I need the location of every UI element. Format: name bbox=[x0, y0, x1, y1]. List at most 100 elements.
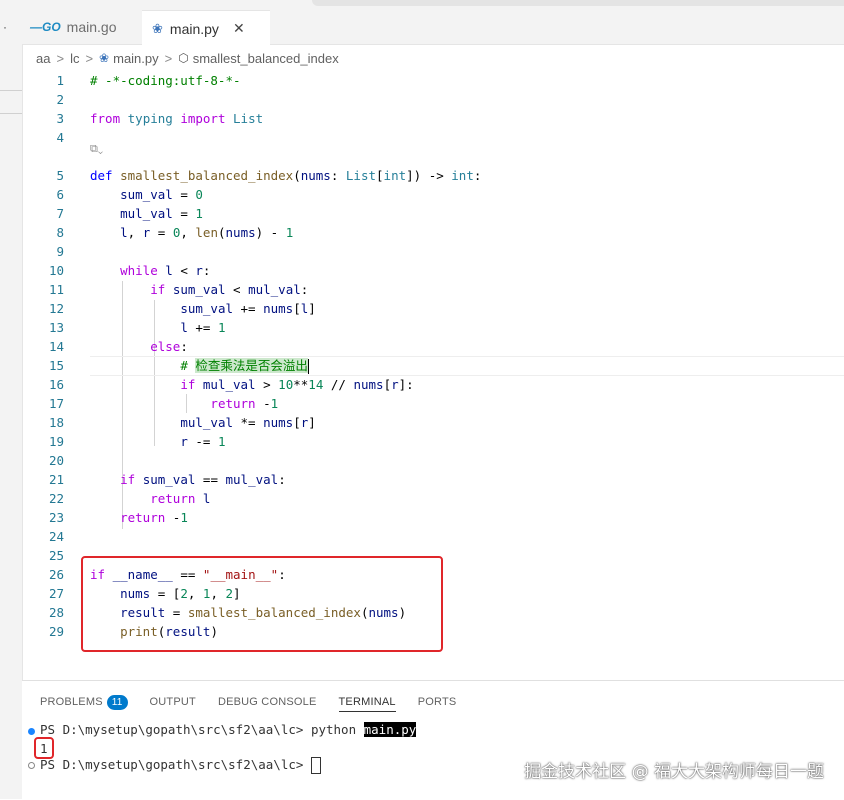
tab-terminal[interactable]: TERMINAL bbox=[338, 693, 396, 712]
tab-debug-console[interactable]: DEBUG CONSOLE bbox=[218, 693, 317, 711]
tab-ports[interactable]: PORTS bbox=[418, 693, 457, 711]
code-line[interactable]: 24 bbox=[22, 527, 844, 546]
tab-output[interactable]: OUTPUT bbox=[150, 693, 196, 711]
code-line[interactable]: 21 if sum_val == mul_val: bbox=[22, 470, 844, 489]
code-text: print(result) bbox=[120, 624, 218, 639]
line-number[interactable]: 26 bbox=[22, 565, 64, 584]
line-number[interactable]: 6 bbox=[22, 185, 64, 204]
code-text: sum_val = 0 bbox=[120, 187, 203, 202]
line-number[interactable]: 27 bbox=[22, 584, 64, 603]
bottom-panel: PROBLEMS 11 OUTPUT DEBUG CONSOLE TERMINAL… bbox=[22, 680, 844, 800]
code-line[interactable]: 1 # -*-coding:utf-8-*- bbox=[22, 71, 844, 90]
divider bbox=[0, 113, 22, 114]
line-number[interactable]: 21 bbox=[22, 470, 64, 489]
code-line[interactable]: 4 bbox=[22, 128, 844, 147]
breadcrumb-item[interactable]: smallest_balanced_index bbox=[193, 51, 339, 66]
breadcrumb-item[interactable]: aa bbox=[36, 51, 50, 66]
terminal-line[interactable]: PS D:\mysetup\gopath\src\sf2\aa\lc> bbox=[40, 757, 321, 774]
chevron-right-icon: > bbox=[164, 50, 173, 66]
code-line[interactable]: 28 result = smallest_balanced_index(nums… bbox=[22, 603, 844, 622]
line-number[interactable]: 25 bbox=[22, 546, 64, 565]
tab-label: OUTPUT bbox=[149, 696, 196, 708]
code-text: if mul_val > 10**14 // nums[r]: bbox=[180, 377, 414, 392]
code-line[interactable]: 26 if __name__ == "__main__": bbox=[22, 565, 844, 584]
code-line[interactable]: 2 bbox=[22, 90, 844, 109]
code-line[interactable]: 13 l += 1 bbox=[22, 318, 844, 337]
code-line[interactable]: 25 bbox=[22, 546, 844, 565]
code-text: sum_val += nums[l] bbox=[180, 301, 316, 316]
python-file-icon: ❀ bbox=[99, 51, 110, 65]
code-line[interactable]: 18 mul_val *= nums[r] bbox=[22, 413, 844, 432]
code-line[interactable]: 7 mul_val = 1 bbox=[22, 204, 844, 223]
line-number[interactable]: 2 bbox=[22, 90, 64, 109]
line-number[interactable]: 18 bbox=[22, 413, 64, 432]
tab-label: main.go bbox=[66, 19, 117, 35]
line-number[interactable]: 23 bbox=[22, 508, 64, 527]
tab-main-py[interactable]: ❀ main.py ✕ bbox=[142, 10, 270, 46]
code-line[interactable]: 8 l, r = 0, len(nums) - 1 bbox=[22, 223, 844, 242]
tab-label: PORTS bbox=[417, 696, 457, 708]
line-number[interactable]: 17 bbox=[22, 394, 64, 413]
method-cube-icon: ⬡ bbox=[178, 51, 189, 65]
code-line[interactable]: 15 # 检查乘法是否会溢出 bbox=[22, 356, 844, 376]
command-success-icon[interactable] bbox=[28, 728, 35, 735]
code-line[interactable]: 10 while l < r: bbox=[22, 261, 844, 280]
line-number[interactable]: 7 bbox=[22, 204, 64, 223]
line-number[interactable]: 5 bbox=[22, 166, 64, 185]
code-line[interactable]: 3 from typing import List bbox=[22, 109, 844, 128]
more-icon[interactable]: · bbox=[3, 20, 7, 34]
code-text: nums = [2, 1, 2] bbox=[120, 586, 241, 601]
code-line[interactable]: 6 sum_val = 0 bbox=[22, 185, 844, 204]
line-number[interactable]: 4 bbox=[22, 128, 64, 147]
code-line[interactable]: 5 def smallest_balanced_index(nums: List[… bbox=[22, 166, 844, 185]
terminal-prompt: PS D:\mysetup\gopath\src\sf2\aa\lc> bbox=[40, 757, 311, 772]
code-line[interactable]: 22 return l bbox=[22, 489, 844, 508]
close-icon[interactable]: ✕ bbox=[233, 20, 245, 37]
line-number[interactable]: 8 bbox=[22, 223, 64, 242]
line-number[interactable]: 11 bbox=[22, 280, 64, 299]
command-idle-icon[interactable] bbox=[28, 762, 35, 769]
code-line[interactable]: 27 nums = [2, 1, 2] bbox=[22, 584, 844, 603]
code-text: return -1 bbox=[210, 396, 279, 411]
line-number[interactable]: 22 bbox=[22, 489, 64, 508]
code-line[interactable]: 19 r -= 1 bbox=[22, 432, 844, 451]
line-number[interactable]: 29 bbox=[22, 622, 64, 641]
editor-tab-bar: —GO main.go ❀ main.py ✕ bbox=[22, 0, 844, 46]
line-number[interactable]: 14 bbox=[22, 337, 64, 356]
python-file-icon: ❀ bbox=[152, 20, 163, 36]
title-search-bar[interactable] bbox=[312, 0, 844, 6]
tab-problems[interactable]: PROBLEMS 11 bbox=[40, 693, 128, 711]
code-editor[interactable]: ⧉⌄ 1 # -*-coding:utf-8-*- 2 3 from typing im… bbox=[22, 70, 844, 680]
line-number[interactable]: 3 bbox=[22, 109, 64, 128]
line-number[interactable]: 16 bbox=[22, 375, 64, 394]
watermark: 掘金技术社区 @ 福大大架构师每日一题 bbox=[524, 762, 824, 782]
code-line[interactable]: 29 print(result) bbox=[22, 622, 844, 641]
code-text: return l bbox=[150, 491, 211, 506]
line-number[interactable]: 9 bbox=[22, 242, 64, 261]
chevron-right-icon: > bbox=[85, 50, 94, 66]
tab-main-go[interactable]: —GO main.go bbox=[30, 10, 116, 44]
code-line[interactable]: 11 if sum_val < mul_val: bbox=[22, 280, 844, 299]
line-number[interactable]: 28 bbox=[22, 603, 64, 622]
code-text: # -*-coding:utf-8-*- bbox=[90, 73, 241, 88]
highlight-box bbox=[34, 737, 54, 759]
code-line[interactable]: 20 bbox=[22, 451, 844, 470]
line-number[interactable]: 19 bbox=[22, 432, 64, 451]
code-line[interactable]: 16 if mul_val > 10**14 // nums[r]: bbox=[22, 375, 844, 394]
line-number[interactable]: 13 bbox=[22, 318, 64, 337]
code-line[interactable]: 23 return -1 bbox=[22, 508, 844, 527]
line-number[interactable]: 10 bbox=[22, 261, 64, 280]
code-line[interactable]: 9 bbox=[22, 242, 844, 261]
line-number[interactable]: 1 bbox=[22, 71, 64, 90]
code-line[interactable]: 14 else: bbox=[22, 337, 844, 356]
line-number[interactable]: 20 bbox=[22, 451, 64, 470]
code-text: if __name__ == "__main__": bbox=[90, 567, 286, 582]
line-number[interactable]: 15 bbox=[22, 356, 64, 375]
line-number[interactable]: 12 bbox=[22, 299, 64, 318]
line-number[interactable]: 24 bbox=[22, 527, 64, 546]
code-line[interactable]: 17 return -1 bbox=[22, 394, 844, 413]
code-line[interactable]: 12 sum_val += nums[l] bbox=[22, 299, 844, 318]
terminal-prompt: PS D:\mysetup\gopath\src\sf2\aa\lc> bbox=[40, 722, 311, 737]
breadcrumb-item[interactable]: main.py bbox=[113, 51, 159, 66]
breadcrumb-item[interactable]: lc bbox=[70, 51, 79, 66]
